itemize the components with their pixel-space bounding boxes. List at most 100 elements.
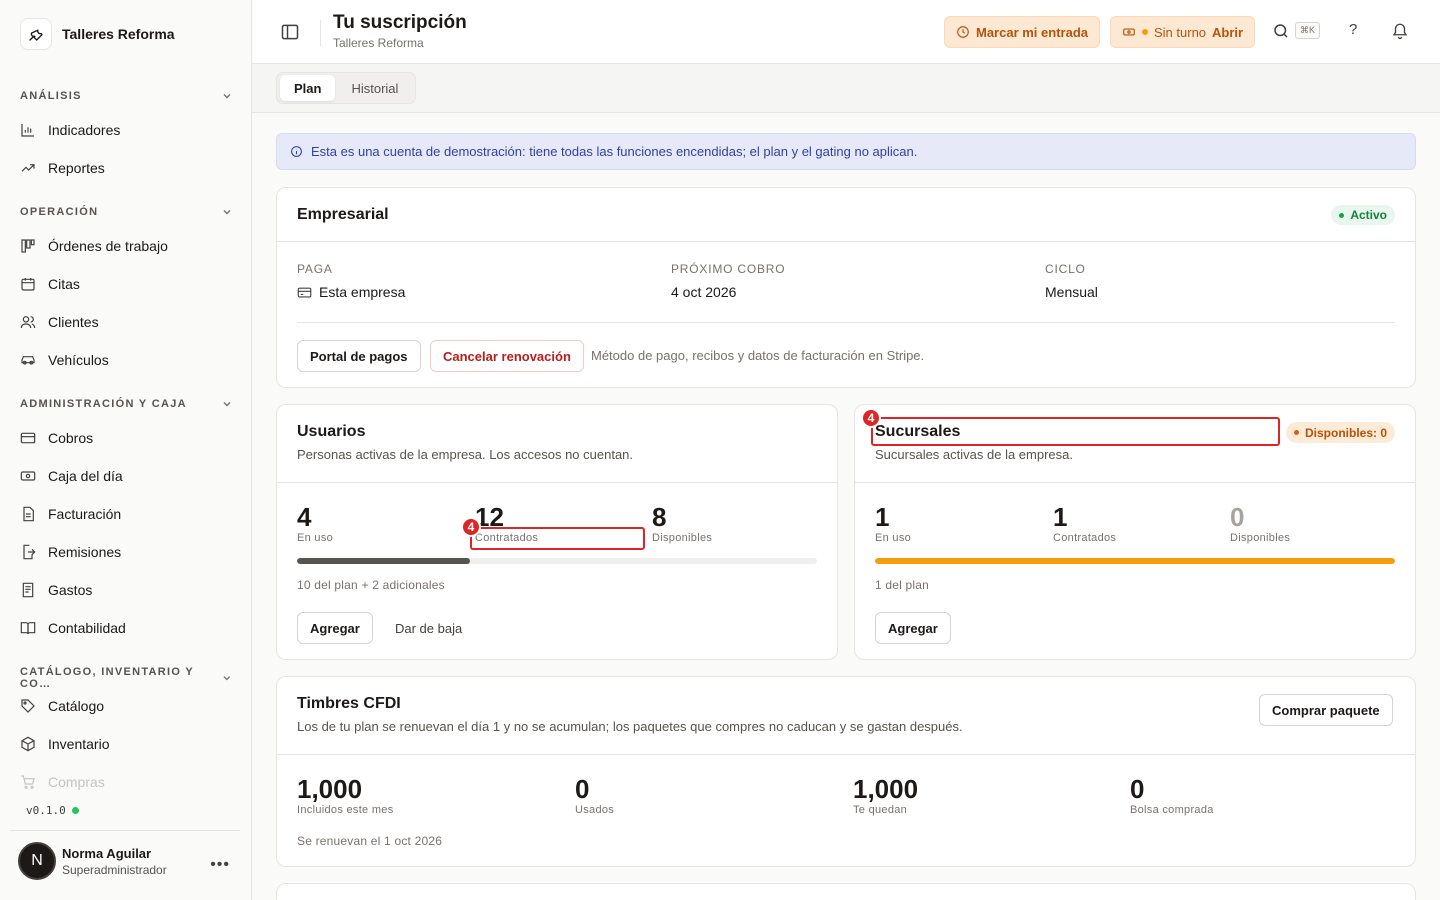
sidebar-item-citas[interactable]: Citas (20, 270, 232, 298)
sidebar-item-vehiculos[interactable]: Vehículos (20, 346, 232, 374)
tab-plan[interactable]: Plan (280, 75, 336, 101)
shift-button[interactable]: Sin turno Abrir (1110, 16, 1256, 48)
sidebar-item-reportes[interactable]: Reportes (20, 154, 232, 182)
cash-icon (20, 471, 36, 481)
user-menu[interactable]: N Norma Aguilar Superadministrador ••• (18, 842, 238, 880)
bar-chart-icon (21, 124, 34, 137)
remove-users-button[interactable]: Dar de baja (382, 612, 476, 644)
version-text: v0.1.0 (26, 804, 66, 817)
top-header: Tu suscripción Talleres Reforma Marcar m… (252, 0, 1440, 64)
availability-badge: Disponibles: 0 (1285, 422, 1395, 443)
badge-text: Disponibles: 0 (1304, 425, 1387, 440)
sidebar-item-gastos[interactable]: Gastos (20, 576, 232, 604)
help-icon[interactable]: ? (1349, 21, 1357, 38)
cash-register-icon (1123, 28, 1135, 36)
bell-icon[interactable] (1391, 22, 1409, 40)
tags-icon (21, 699, 35, 713)
sidebar-toggle-icon[interactable] (280, 22, 300, 42)
add-users-button[interactable]: Agregar (297, 612, 373, 644)
shopping-cart-icon (21, 775, 35, 789)
receipt-icon (22, 582, 34, 598)
section-operacion[interactable]: OPERACIÓN (20, 206, 232, 218)
divider (320, 20, 321, 46)
highlight-marker (470, 527, 645, 550)
sidebar-item-caja[interactable]: Caja del día (20, 462, 232, 490)
credit-card-icon (297, 287, 312, 297)
sidebar-item-label: Reportes (48, 160, 105, 176)
cancel-renewal-button[interactable]: Cancelar renovación (430, 340, 584, 372)
sidebar-item-label: Compras (48, 774, 105, 790)
checkin-label: Marcar mi entrada (976, 24, 1088, 40)
users-available-label: Disponibles (652, 532, 713, 544)
payments-portal-button[interactable]: Portal de pagos (297, 340, 421, 372)
users-desc: Personas activas de la empresa. Los acce… (297, 447, 634, 462)
sidebar-item-label: Citas (48, 276, 80, 292)
branches-usage-fill (875, 558, 1395, 564)
banner-text: Esta es una cuenta de demostración: tien… (311, 144, 918, 159)
sidebar-item-label: Contabilidad (48, 620, 126, 636)
sidebar-item-clientes[interactable]: Clientes (20, 308, 232, 336)
file-export-icon (23, 544, 36, 560)
section-administracion[interactable]: ADMINISTRACIÓN Y CAJA (20, 398, 232, 410)
checkin-button[interactable]: Marcar mi entrada (944, 16, 1100, 48)
sidebar-item-indicadores[interactable]: Indicadores (20, 116, 232, 144)
more-icon[interactable]: ••• (210, 856, 230, 874)
stamps-included: 1,000 (297, 774, 363, 804)
stamps-desc: Los de tu plan se renuevan el día 1 y no… (297, 719, 963, 734)
divider (855, 482, 1415, 483)
brand[interactable]: Talleres Reforma (20, 18, 175, 50)
sidebar-item-label: Caja del día (48, 468, 123, 484)
sidebar-item-catalogo[interactable]: Catálogo (20, 692, 232, 720)
pays-value: Esta empresa (297, 284, 405, 300)
stamps-remaining: 1,000 (853, 774, 919, 804)
tab-historial[interactable]: Historial (337, 75, 412, 101)
users-icon (20, 316, 36, 329)
sidebar-item-cobros[interactable]: Cobros (20, 424, 232, 452)
sidebar-item-contabilidad[interactable]: Contabilidad (20, 614, 232, 642)
stamps-purchased-label: Bolsa comprada (1130, 804, 1214, 816)
divider (277, 482, 837, 483)
section-title: OPERACIÓN (20, 206, 99, 218)
sidebar-item-label: Indicadores (48, 122, 121, 138)
plan-name: Empresarial (297, 206, 389, 223)
trending-up-icon (21, 164, 35, 172)
car-icon (21, 356, 35, 365)
highlight-marker (871, 417, 1280, 446)
search-icon[interactable] (1272, 22, 1290, 40)
sidebar-item-inventario[interactable]: Inventario (20, 730, 232, 758)
sidebar-item-ordenes[interactable]: Órdenes de trabajo (20, 232, 232, 260)
sidebar-item-remisiones[interactable]: Remisiones (20, 538, 232, 566)
sidebar-item-facturacion[interactable]: Facturación (20, 500, 232, 528)
section-analisis[interactable]: ANÁLISIS (20, 90, 232, 102)
users-in-use: 4 (297, 502, 312, 532)
section-catalogo[interactable]: CATÁLOGO, INVENTARIO Y CO… (20, 666, 232, 690)
pays-label: PAGA (297, 262, 333, 276)
sidebar-item-compras[interactable]: Compras (20, 768, 232, 796)
wrench-icon (20, 18, 52, 50)
chevron-down-icon (223, 676, 231, 681)
package-icon (21, 736, 35, 752)
divider (277, 754, 1415, 755)
users-card: Usuarios Personas activas de la empresa.… (276, 404, 838, 660)
sidebar-item-label: Órdenes de trabajo (48, 238, 168, 254)
chevron-down-icon (223, 94, 231, 99)
status-dot (1142, 29, 1148, 35)
brand-name: Talleres Reforma (62, 26, 175, 42)
branches-available: 0 (1230, 502, 1245, 532)
stamps-renew-note: Se renuevan el 1 oct 2026 (297, 834, 443, 848)
buy-package-button[interactable]: Comprar paquete (1259, 694, 1393, 726)
clock-icon (957, 26, 969, 38)
tabs: Plan Historial (276, 72, 417, 104)
stamps-purchased: 0 (1130, 774, 1145, 804)
marker-badge: 4 (461, 517, 481, 537)
users-usage-fill (297, 558, 471, 564)
add-branch-button[interactable]: Agregar (875, 612, 951, 644)
branches-available-label: Disponibles (1230, 532, 1291, 544)
marker-badge: 4 (861, 408, 881, 428)
user-name: Norma Aguilar (62, 845, 152, 861)
user-role: Superadministrador (62, 862, 167, 877)
users-in-use-label: En uso (297, 532, 334, 544)
status-dot (71, 807, 79, 814)
next-card (276, 883, 1416, 900)
sidebar-item-label: Cobros (48, 430, 94, 446)
